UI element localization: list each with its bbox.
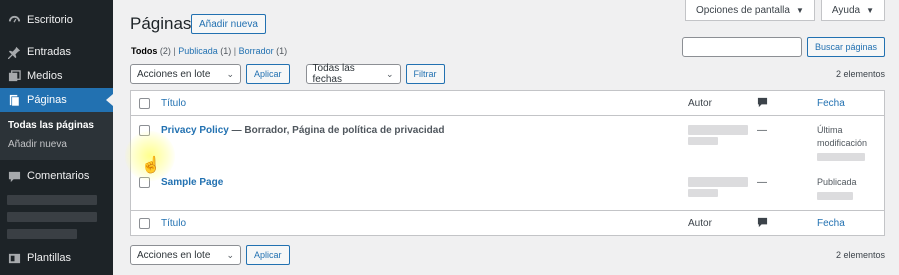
date-filter-value: Todas las fechas — [312, 63, 355, 85]
column-date-header[interactable]: Fecha — [817, 98, 845, 109]
screen-options-button[interactable]: Opciones de pantalla ▼ — [685, 0, 815, 21]
submenu-add-new[interactable]: Añadir nueva — [0, 135, 113, 154]
dashboard-icon — [7, 13, 21, 27]
hidden-sidebar-item[interactable] — [7, 212, 97, 222]
filter-all[interactable]: Todos — [131, 46, 157, 56]
blurred-date — [817, 192, 853, 200]
caret-down-icon: ▼ — [866, 5, 874, 15]
bulk-actions-value: Acciones en lote — [137, 249, 211, 261]
comments-count: — — [757, 125, 767, 136]
sidebar-item-comentarios[interactable]: Comentarios — [0, 164, 113, 188]
column-title-footer[interactable]: Título — [161, 218, 186, 229]
filter-draft-count: (1) — [276, 46, 288, 56]
date-status-line: modificación — [817, 138, 868, 148]
blurred-date — [817, 153, 865, 161]
date-status-line: Publicada — [817, 177, 857, 187]
filter-all-count: (2) — [159, 46, 171, 56]
sidebar-item-escritorio[interactable]: Escritorio — [0, 8, 113, 32]
comment-bubble-icon[interactable] — [757, 97, 768, 111]
select-all-checkbox[interactable] — [139, 98, 150, 109]
caret-down-icon: ▼ — [795, 5, 804, 15]
templates-icon — [7, 251, 21, 265]
apply-button[interactable]: Aplicar — [246, 64, 290, 84]
sidebar-item-label: Medios — [27, 70, 63, 82]
table-row: Privacy Policy — Borrador, Página de pol… — [131, 117, 884, 169]
blurred-author — [688, 189, 718, 197]
comments-count: — — [757, 177, 767, 188]
pages-icon — [7, 93, 21, 107]
main-content: Opciones de pantalla ▼ Ayuda ▼ Páginas A… — [113, 0, 899, 275]
column-author-header: Autor — [688, 98, 712, 109]
filter-draft[interactable]: Borrador — [239, 46, 274, 56]
table-footer-row: Título Autor Fecha — [131, 210, 884, 235]
page-state-label: — Borrador, Página de política de privac… — [228, 125, 445, 136]
filter-published[interactable]: Publicada — [178, 46, 218, 56]
tablenav-top: Acciones en lote ⌄ Aplicar Todas las fec… — [130, 63, 445, 85]
sidebar-item-paginas[interactable]: Páginas — [0, 88, 113, 112]
bulk-actions-select-bottom[interactable]: Acciones en lote ⌄ — [130, 245, 241, 265]
date-status: Última modificación — [817, 124, 867, 150]
row-checkbox[interactable] — [139, 125, 150, 136]
media-icon — [7, 69, 21, 83]
apply-button-bottom[interactable]: Aplicar — [246, 245, 290, 265]
pin-icon — [7, 45, 21, 59]
date-filter-select[interactable]: Todas las fechas ⌄ — [305, 63, 401, 85]
filter-published-count: (1) — [220, 46, 232, 56]
sidebar-item-label: Páginas — [27, 94, 67, 106]
sidebar-item-plantillas[interactable]: Plantillas — [0, 246, 113, 270]
blurred-author — [688, 125, 748, 135]
submenu-all-pages[interactable]: Todas las páginas — [0, 116, 113, 135]
page-title-link[interactable]: Sample Page — [161, 177, 223, 188]
search-box: Buscar páginas — [681, 37, 885, 57]
column-date-footer[interactable]: Fecha — [817, 218, 845, 229]
table-header-row: Título Autor Fecha — [131, 91, 884, 116]
sidebar-item-entradas[interactable]: Entradas — [0, 40, 113, 64]
pages-table: Título Autor Fecha Privacy Policy — Borr… — [130, 90, 885, 236]
chevron-down-icon: ⌄ — [226, 249, 234, 260]
column-author-footer: Autor — [688, 218, 712, 229]
blurred-author — [688, 177, 748, 187]
pages-submenu: Todas las páginas Añadir nueva — [0, 112, 113, 160]
chevron-down-icon: ⌄ — [226, 68, 234, 79]
screen-options-label: Opciones de pantalla — [696, 4, 790, 16]
comment-bubble-icon[interactable] — [757, 217, 768, 231]
filter-separator: | — [233, 46, 237, 56]
sidebar-item-label: Escritorio — [27, 14, 73, 26]
hand-cursor-icon: ☝ — [141, 157, 161, 174]
search-pages-button[interactable]: Buscar páginas — [806, 37, 885, 57]
blurred-author — [688, 137, 718, 145]
date-status-line: Última — [817, 125, 843, 135]
help-button[interactable]: Ayuda ▼ — [820, 0, 885, 21]
add-new-page-button[interactable]: Añadir nueva — [191, 14, 266, 34]
filter-separator: | — [173, 46, 176, 56]
column-title-header[interactable]: Título — [161, 98, 186, 109]
admin-sidebar: Escritorio Entradas Medios Páginas Todas… — [0, 0, 113, 275]
sidebar-item-medios[interactable]: Medios — [0, 64, 113, 88]
select-all-checkbox-bottom[interactable] — [139, 218, 150, 229]
hidden-sidebar-item[interactable] — [7, 195, 97, 205]
items-count-bottom: 2 elementos — [835, 250, 885, 260]
filter-button[interactable]: Filtrar — [405, 64, 445, 84]
items-count-top: 2 elementos — [835, 69, 885, 79]
search-input[interactable] — [681, 37, 802, 57]
row-title-cell: Sample Page — [161, 177, 223, 188]
sidebar-item-label: Entradas — [27, 46, 72, 58]
bulk-actions-select[interactable]: Acciones en lote ⌄ — [130, 64, 241, 84]
row-title-cell: Privacy Policy — Borrador, Página de pol… — [161, 125, 444, 136]
page-title: Páginas — [130, 14, 192, 33]
chevron-down-icon: ⌄ — [385, 68, 394, 79]
table-row: Sample Page — Publicada — [131, 171, 884, 211]
screen-meta-links: Opciones de pantalla ▼ Ayuda ▼ — [685, 0, 885, 21]
hidden-sidebar-item[interactable] — [7, 229, 77, 239]
sidebar-item-label: Comentarios — [27, 170, 90, 182]
comments-icon — [7, 169, 21, 183]
help-label: Ayuda — [831, 4, 861, 16]
sidebar-item-label: Plantillas — [27, 252, 72, 264]
page-title-link[interactable]: Privacy Policy — [161, 125, 229, 136]
status-filter-links: Todos (2) | Publicada (1) | Borrador (1) — [131, 46, 287, 56]
tablenav-bottom: Acciones en lote ⌄ Aplicar — [130, 245, 290, 265]
row-checkbox[interactable] — [139, 177, 150, 188]
bulk-actions-value: Acciones en lote — [137, 68, 211, 80]
